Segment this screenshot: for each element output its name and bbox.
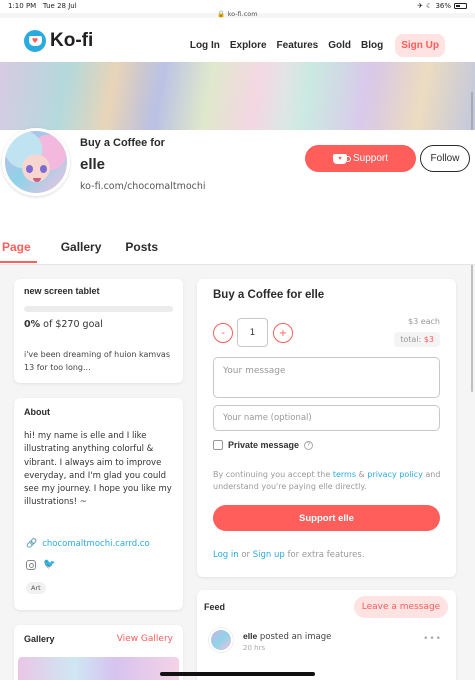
signup-link[interactable]: Sign up <box>253 550 285 560</box>
status-time: 1:10 PM Tue 28 Jul <box>8 2 77 10</box>
quantity-minus-button[interactable]: - <box>213 323 233 343</box>
quantity-plus-button[interactable]: + <box>273 323 293 343</box>
tab-page[interactable]: Page <box>0 238 37 263</box>
category-tag[interactable]: Art <box>26 582 46 594</box>
follow-button[interactable]: Follow <box>420 145 470 172</box>
main-nav: Log In Explore Features Gold Blog Sign U… <box>190 34 445 57</box>
nav-explore[interactable]: Explore <box>230 40 267 51</box>
private-message-checkbox[interactable] <box>213 440 223 450</box>
nav-blog[interactable]: Blog <box>361 40 383 51</box>
profile-tabs: Page Gallery Posts <box>0 238 182 265</box>
goal-description: i've been dreaming of huion kamvas 13 fo… <box>24 350 170 372</box>
terms-link[interactable]: terms <box>333 470 356 479</box>
message-input[interactable]: Your message <box>213 357 440 398</box>
social-links: 🐦 <box>26 560 55 570</box>
home-indicator[interactable] <box>160 672 315 676</box>
status-bar: 1:10 PM Tue 28 Jul 🔒 ko-fi.com ✈ ☾ 36% <box>0 0 475 18</box>
avatar <box>2 128 70 196</box>
goal-title: new screen tablet <box>24 286 100 296</box>
cover-banner <box>0 62 475 130</box>
signup-button[interactable]: Sign Up <box>395 34 445 57</box>
buy-coffee-label: Buy a Coffee for <box>80 137 165 149</box>
battery-icon <box>454 3 467 9</box>
gallery-thumbnail[interactable] <box>18 657 179 680</box>
feed-item-time: 20 hrs <box>243 644 266 652</box>
login-link[interactable]: Log in <box>213 550 239 560</box>
tabs-divider <box>0 264 475 265</box>
feed-item-text: elle posted an image <box>243 631 332 642</box>
address-bar[interactable]: 🔒 ko-fi.com <box>0 10 475 18</box>
tab-posts[interactable]: Posts <box>125 238 158 265</box>
tab-gallery[interactable]: Gallery <box>61 238 102 265</box>
more-options-icon[interactable]: ••• <box>423 634 442 644</box>
support-elle-button[interactable]: Support elle <box>213 505 440 531</box>
airplane-icon: ✈ <box>417 2 424 10</box>
goal-amount: 0% of $270 goal <box>24 319 103 330</box>
goal-card: new screen tablet 0% of $270 goal i've b… <box>14 279 183 383</box>
kofi-cup-icon: ♥ <box>24 30 46 52</box>
about-text: hi! my name is elle and I like illustrat… <box>24 431 172 508</box>
site-header: ♥ Ko-fi Log In Explore Features Gold Blo… <box>0 18 475 62</box>
lock-icon: 🔒 <box>217 10 226 18</box>
about-card: About hi! my name is elle and I like ill… <box>14 398 183 610</box>
kofi-logo[interactable]: ♥ Ko-fi <box>24 30 93 52</box>
feed-title: Feed <box>204 602 226 612</box>
about-link[interactable]: 🔗 chocomaltmochi.carrd.co <box>26 539 150 549</box>
instagram-icon[interactable] <box>26 560 36 570</box>
help-icon[interactable]: ? <box>304 440 314 450</box>
price-each: $3 each <box>407 317 440 326</box>
battery-percent: 36% <box>435 2 451 10</box>
quantity-input[interactable]: 1 <box>237 318 268 347</box>
creator-name: elle <box>80 156 106 173</box>
buy-coffee-card: Buy a Coffee for elle - 1 + $3 each tota… <box>197 279 456 577</box>
view-gallery-link[interactable]: View Gallery <box>117 634 173 644</box>
privacy-link[interactable]: privacy policy <box>367 470 422 479</box>
feed-card: Feed Leave a message elle posted an imag… <box>197 590 456 680</box>
support-button[interactable]: ♥ Support <box>305 145 416 172</box>
feed-avatar[interactable] <box>209 628 233 652</box>
moon-icon: ☾ <box>426 2 433 10</box>
status-icons: ✈ ☾ 36% <box>417 2 467 10</box>
nav-features[interactable]: Features <box>277 40 319 51</box>
goal-progress-bar <box>24 306 173 312</box>
price-total: total: $3 <box>394 332 440 347</box>
private-message-row: Private message ? <box>213 440 314 450</box>
name-input[interactable]: Your name (optional) <box>213 405 440 431</box>
nav-gold[interactable]: Gold <box>328 40 351 51</box>
link-icon: 🔗 <box>26 539 38 549</box>
terms-text: By continuing you accept the terms & pri… <box>213 470 441 491</box>
leave-message-button[interactable]: Leave a message <box>354 596 448 618</box>
twitter-icon[interactable]: 🐦 <box>43 560 55 570</box>
coffee-cup-icon: ♥ <box>332 153 351 164</box>
gallery-card: Gallery View Gallery <box>14 625 183 680</box>
nav-login[interactable]: Log In <box>190 40 220 51</box>
gallery-title: Gallery <box>24 634 55 644</box>
about-title: About <box>24 407 50 417</box>
profile-url: ko-fi.com/chocomaltmochi <box>80 181 206 192</box>
login-prompt: Log in or Sign up for extra features. <box>213 550 365 560</box>
buy-card-title: Buy a Coffee for elle <box>213 289 325 301</box>
